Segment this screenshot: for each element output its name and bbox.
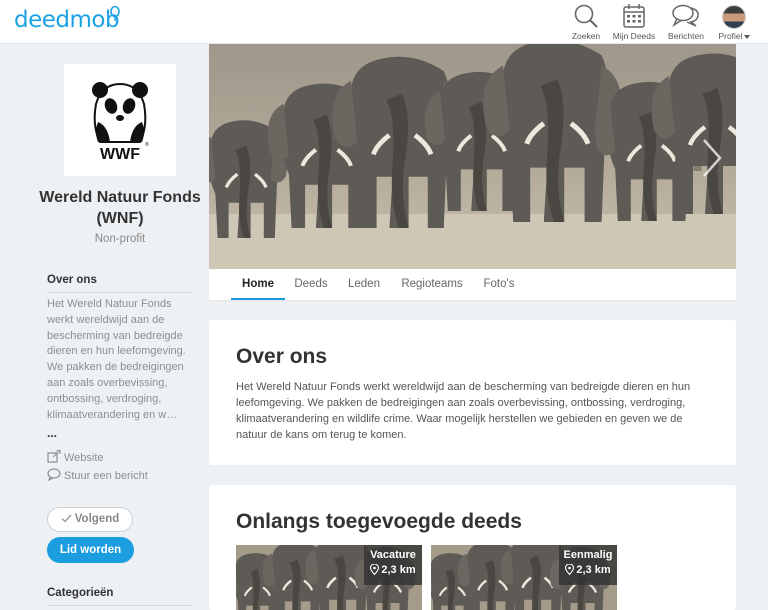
nav-profile-label: Profiel <box>708 31 760 41</box>
follow-button[interactable]: Volgend <box>47 507 133 532</box>
calendar-icon <box>623 4 645 28</box>
organization-type: Non-profit <box>94 233 146 245</box>
top-navigation-bar: deedmob Zoeken Mijn Deeds Berichten Prof… <box>0 0 768 44</box>
panda-logo: WWF ® <box>92 82 149 163</box>
deed-distance: 2,3 km <box>559 563 617 576</box>
organization-tabs: Home Deeds Leden Regioteams Foto's <box>209 269 736 301</box>
avatar <box>722 5 746 29</box>
wwf-logo-text: WWF <box>100 146 140 163</box>
chat-icon <box>672 4 699 28</box>
location-pin-icon <box>565 563 575 576</box>
tab-deeds[interactable]: Deeds <box>289 269 333 300</box>
deed-distance: 2,3 km <box>364 563 422 576</box>
carousel-next-arrow[interactable] <box>700 138 724 178</box>
balloon-icon <box>110 6 120 21</box>
about-card: Over ons Het Wereld Natuur Fonds werkt w… <box>209 320 736 465</box>
registered-mark: ® <box>145 141 149 148</box>
nav-profile[interactable]: Profiel <box>708 2 760 42</box>
website-label: Website <box>64 452 104 464</box>
nav-my-deeds-label: Mijn Deeds <box>612 31 656 41</box>
tab-members[interactable]: Leden <box>343 269 385 300</box>
elephant-herd-image <box>209 44 736 269</box>
follow-label: Volgend <box>74 513 120 525</box>
chevron-down-icon <box>743 34 750 39</box>
nav-messages[interactable]: Berichten <box>660 2 712 42</box>
deed-card[interactable]: Vacature 2,3 km <box>236 545 422 610</box>
divider <box>47 292 193 293</box>
join-button[interactable]: Lid worden <box>47 537 134 563</box>
cover-photo <box>209 44 736 269</box>
divider <box>47 605 193 606</box>
deed-type: Eenmalig <box>563 549 613 561</box>
deed-type: Vacature <box>370 549 416 561</box>
send-message-label: Stuur een bericht <box>64 470 148 482</box>
sidebar-about-heading: Over ons <box>47 274 97 286</box>
deed-badge: Eenmalig 2,3 km <box>559 545 617 585</box>
checkmark-icon <box>61 514 72 523</box>
nav-search-label: Zoeken <box>571 31 601 41</box>
website-link[interactable]: Website <box>47 449 104 464</box>
tab-home[interactable]: Home <box>231 269 285 300</box>
recent-deeds-title: Onlangs toegevoegde deeds <box>236 510 522 533</box>
speech-bubble-icon <box>47 468 61 482</box>
nav-search[interactable]: Zoeken <box>560 2 612 42</box>
tab-photos[interactable]: Foto's <box>479 269 519 300</box>
sidebar-categories-heading: Categorieën <box>47 587 114 599</box>
deed-badge: Vacature 2,3 km <box>364 545 422 585</box>
location-pin-icon <box>370 563 380 576</box>
about-card-title: Over ons <box>236 345 328 368</box>
search-icon <box>574 4 598 28</box>
tab-regional-teams[interactable]: Regioteams <box>395 269 469 300</box>
organization-logo: WWF ® <box>64 64 176 176</box>
about-card-text: Het Wereld Natuur Fonds werkt wereldwijd… <box>236 381 691 441</box>
sidebar-about-text: Het Wereld Natuur Fonds werkt wereldwijd… <box>47 298 186 421</box>
external-link-icon <box>47 449 61 463</box>
read-more-link[interactable]: ... <box>47 426 57 440</box>
deed-card[interactable]: Eenmalig 2,3 km <box>431 545 617 610</box>
send-message-link[interactable]: Stuur een bericht <box>47 468 148 482</box>
deedmob-logo[interactable]: deedmob <box>14 7 120 33</box>
nav-messages-label: Berichten <box>668 31 704 41</box>
organization-name: Wereld Natuur Fonds (WNF) <box>39 189 201 227</box>
nav-my-deeds[interactable]: Mijn Deeds <box>608 2 660 42</box>
